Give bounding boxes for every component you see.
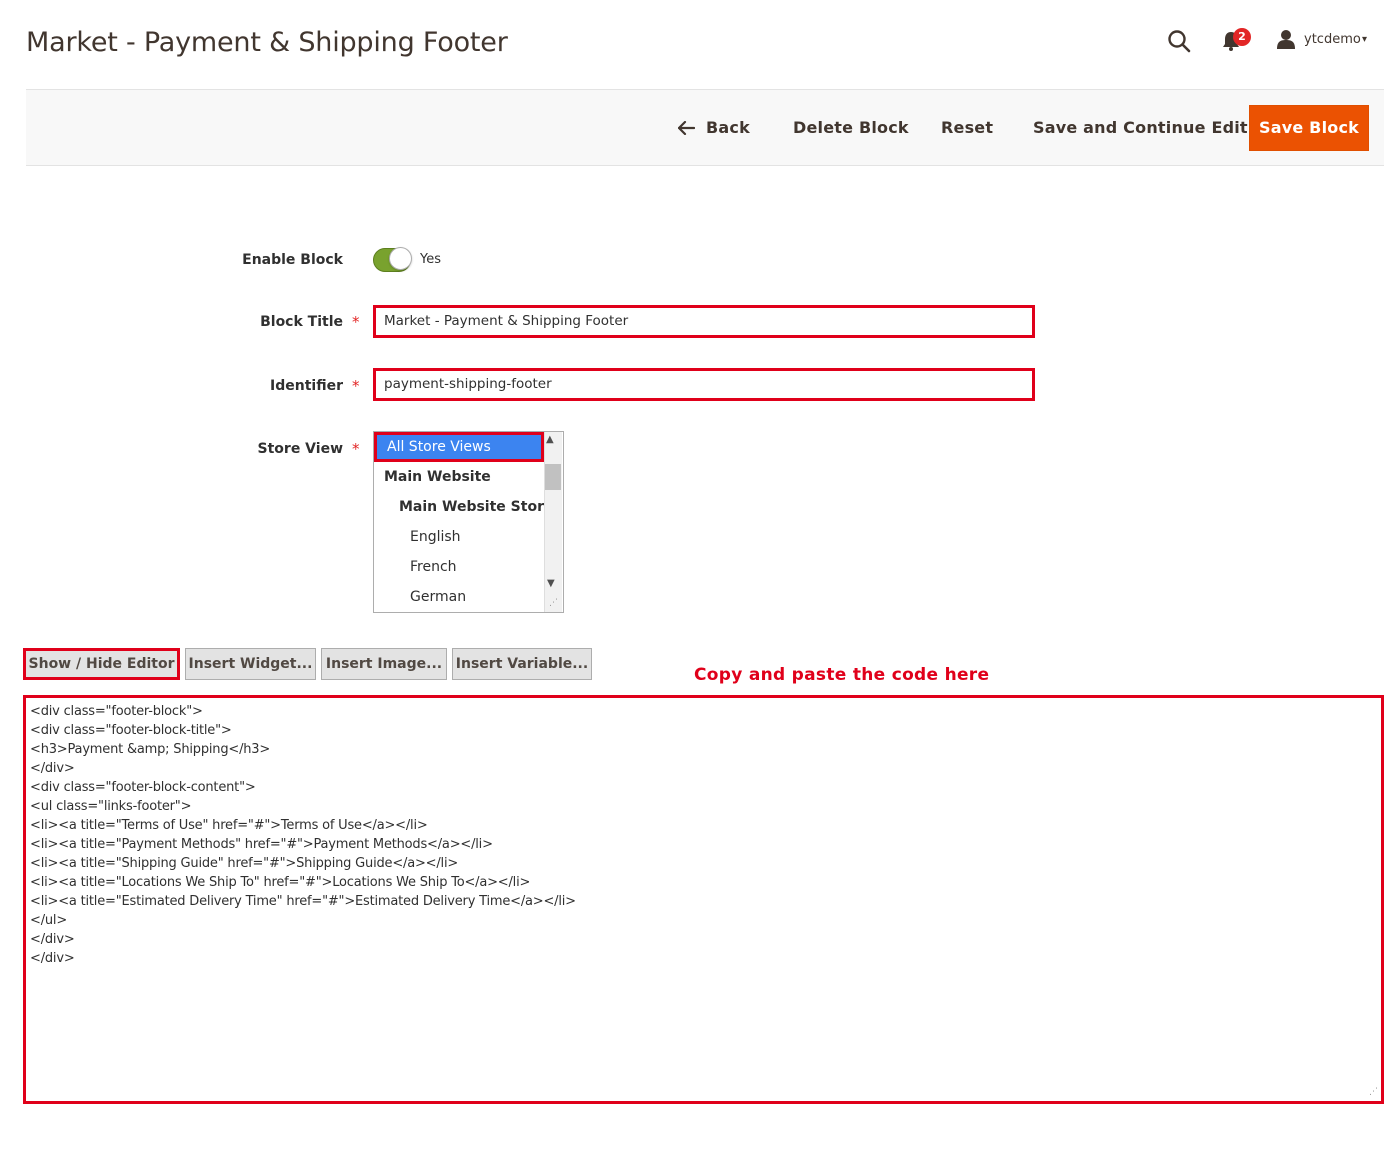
code-line: <li><a title="Shipping Guide" href="#">S… xyxy=(30,856,459,871)
code-line: <h3>Payment &amp; Shipping</h3> xyxy=(30,742,271,757)
save-and-continue-button[interactable]: Save and Continue Edit xyxy=(1033,118,1248,137)
block-title-label: Block Title xyxy=(260,314,343,330)
annotation-text: Copy and paste the code here xyxy=(694,665,990,685)
arrow-left-icon xyxy=(678,120,695,135)
code-line: </ul> xyxy=(30,913,68,928)
back-label: Back xyxy=(706,118,750,137)
store-option-french[interactable]: French xyxy=(374,552,563,582)
scrollbar-thumb[interactable] xyxy=(545,464,561,490)
store-view-label: Store View xyxy=(257,441,343,457)
user-icon[interactable] xyxy=(1276,29,1296,49)
search-icon[interactable] xyxy=(1166,28,1192,54)
page-title: Market - Payment & Shipping Footer xyxy=(26,27,508,58)
scroll-down-icon[interactable]: ▼ xyxy=(547,578,555,589)
code-line: <div class="footer-block"> xyxy=(30,704,203,719)
code-line: <li><a title="Estimated Delivery Time" h… xyxy=(30,894,576,909)
store-option-store: Main Website Store xyxy=(399,499,554,515)
code-line: </div> xyxy=(30,951,75,966)
insert-image-button[interactable]: Insert Image... xyxy=(321,648,447,680)
identifier-label: Identifier xyxy=(270,378,343,394)
code-line: <ul class="links-footer"> xyxy=(30,799,192,814)
back-button[interactable]: Back xyxy=(678,118,750,137)
store-option-all[interactable]: All Store Views xyxy=(374,432,544,462)
required-marker: * xyxy=(352,440,360,458)
code-line: <li><a title="Terms of Use" href="#">Ter… xyxy=(30,818,428,833)
required-marker: * xyxy=(352,377,360,395)
insert-variable-button[interactable]: Insert Variable... xyxy=(452,648,592,680)
required-marker: * xyxy=(352,313,360,331)
store-option-english[interactable]: English xyxy=(374,522,563,552)
save-block-button[interactable]: Save Block xyxy=(1249,105,1369,151)
identifier-input[interactable]: payment-shipping-footer xyxy=(373,368,1035,401)
block-title-input[interactable]: Market - Payment & Shipping Footer xyxy=(373,305,1035,338)
delete-block-button[interactable]: Delete Block xyxy=(793,118,909,137)
resize-grip-icon[interactable]: ⋰ xyxy=(549,598,558,608)
code-line: <li><a title="Locations We Ship To" href… xyxy=(30,875,531,890)
code-line: <li><a title="Payment Methods" href="#">… xyxy=(30,837,493,852)
user-menu[interactable]: ytcdemo xyxy=(1304,32,1361,47)
enable-block-value: Yes xyxy=(420,252,441,267)
code-line: <div class="footer-block-content"> xyxy=(30,780,256,795)
store-view-select[interactable]: All Store Views Main Website Main Websit… xyxy=(373,431,564,613)
notification-badge[interactable]: 2 xyxy=(1233,28,1251,46)
store-option-website: Main Website xyxy=(384,469,491,485)
textarea-resize-grip-icon[interactable]: ⋰ xyxy=(1369,1087,1378,1097)
code-line: <div class="footer-block-title"> xyxy=(30,723,232,738)
chevron-down-icon[interactable]: ▾ xyxy=(1362,34,1367,45)
reset-button[interactable]: Reset xyxy=(941,118,993,137)
show-hide-editor-button[interactable]: Show / Hide Editor xyxy=(23,648,180,680)
content-textarea[interactable]: <div class="footer-block"> <div class="f… xyxy=(23,695,1384,1104)
code-line: </div> xyxy=(30,932,75,947)
scroll-up-icon[interactable]: ▲ xyxy=(546,434,554,445)
insert-widget-button[interactable]: Insert Widget... xyxy=(185,648,316,680)
toggle-knob[interactable] xyxy=(389,247,412,270)
enable-block-label: Enable Block xyxy=(242,252,343,268)
store-option-german[interactable]: German xyxy=(374,582,563,612)
code-line: </div> xyxy=(30,761,75,776)
